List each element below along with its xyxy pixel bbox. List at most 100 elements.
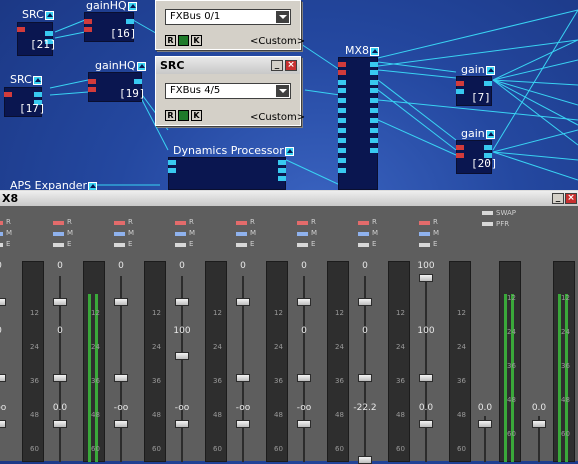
pan-fader-knob[interactable] <box>419 274 433 282</box>
routing-m-button[interactable] <box>419 232 430 236</box>
k-button[interactable]: K <box>191 110 202 121</box>
routing-e-button[interactable] <box>358 243 369 247</box>
volume-fader-knob[interactable] <box>175 352 189 360</box>
volume-fader-knob[interactable] <box>297 374 311 382</box>
routing-m-label: M <box>189 229 196 237</box>
dynamics-processor-title: Dynamics Processor <box>171 145 296 157</box>
meter-tick-label: 48 <box>274 411 283 419</box>
trim-fader-knob[interactable] <box>175 420 189 428</box>
pfr-button[interactable] <box>482 222 493 226</box>
master-fader-knob[interactable] <box>532 420 546 428</box>
master-fader-knob[interactable] <box>478 420 492 428</box>
gain-node-1-title: gain <box>459 64 497 76</box>
volume-fader-knob[interactable] <box>114 374 128 382</box>
r-button[interactable]: R <box>165 110 176 121</box>
routing-m-button[interactable] <box>53 232 64 236</box>
routing-r-button[interactable] <box>236 221 247 225</box>
meter-tick-label: 60 <box>274 445 283 453</box>
routing-r-button[interactable] <box>0 221 3 225</box>
trim-fader-knob[interactable] <box>114 420 128 428</box>
routing-e-button[interactable] <box>175 243 186 247</box>
routing-e-button[interactable] <box>419 243 430 247</box>
mixer-titlebar[interactable]: X8 _ × <box>0 191 578 206</box>
trim-fader-knob[interactable] <box>419 420 433 428</box>
close-button[interactable]: × <box>285 60 297 71</box>
pan-fader-knob[interactable] <box>175 298 189 306</box>
expand-up-icon[interactable] <box>127 1 137 11</box>
level-value: 0.0 <box>52 403 68 413</box>
expand-up-icon[interactable] <box>370 46 380 56</box>
expand-up-icon[interactable] <box>32 75 42 85</box>
routing-e-button[interactable] <box>236 243 247 247</box>
pan-fader-knob[interactable] <box>358 298 372 306</box>
trim-fader-knob[interactable] <box>53 420 67 428</box>
expand-up-icon[interactable] <box>284 146 294 156</box>
pan-fader-knob[interactable] <box>53 298 67 306</box>
src-node-1[interactable]: [21] <box>17 22 57 56</box>
routing-m-button[interactable] <box>236 232 247 236</box>
volume-fader-knob[interactable] <box>53 374 67 382</box>
dynamics-processor-node[interactable] <box>168 157 286 190</box>
level-meter: 12 24 36 48 60 <box>388 261 410 462</box>
fxbus-select-1[interactable]: FXBus 0/1 <box>165 9 291 25</box>
volume-fader-knob[interactable] <box>358 374 372 382</box>
pan-fader-knob[interactable] <box>0 298 6 306</box>
pan-fader-knob[interactable] <box>297 298 311 306</box>
src-popup-titlebar[interactable]: SRC _ × <box>156 57 300 74</box>
routing-m-button[interactable] <box>175 232 186 236</box>
routing-m-button[interactable] <box>358 232 369 236</box>
trim-fader-knob[interactable] <box>358 456 372 464</box>
mx8-node[interactable] <box>338 57 378 190</box>
expand-up-icon[interactable] <box>44 10 54 20</box>
gainhq-node-2[interactable]: [19] <box>88 72 146 102</box>
level-value: -oo <box>296 403 312 413</box>
expand-up-icon[interactable] <box>485 129 495 139</box>
routing-r-button[interactable] <box>297 221 308 225</box>
routing-r-button[interactable] <box>419 221 430 225</box>
meter-tick-label: 24 <box>396 343 405 351</box>
gain-node-1[interactable]: [7] <box>456 76 492 106</box>
routing-r-label: R <box>250 218 255 226</box>
level-meter: 12 24 36 48 60 <box>449 261 471 462</box>
pan-fader-knob[interactable] <box>236 298 250 306</box>
close-button[interactable]: × <box>565 193 577 204</box>
volume-fader-knob[interactable] <box>236 374 250 382</box>
minimize-button[interactable]: _ <box>552 193 564 204</box>
routing-r-button[interactable] <box>114 221 125 225</box>
gain-node-2[interactable]: [20] <box>456 140 498 174</box>
routing-r-button[interactable] <box>175 221 186 225</box>
routing-m-button[interactable] <box>0 232 3 236</box>
fxbus-select-2[interactable]: FXBus 4/5 <box>165 83 291 99</box>
trim-fader-knob[interactable] <box>297 420 311 428</box>
routing-e-button[interactable] <box>53 243 64 247</box>
meter-tick-label: 60 <box>335 445 344 453</box>
routing-m-button[interactable] <box>297 232 308 236</box>
swap-button[interactable] <box>482 211 493 215</box>
meter-tick-label: 12 <box>507 294 516 302</box>
expand-up-icon[interactable] <box>136 61 146 71</box>
green-toggle-button[interactable] <box>178 35 189 46</box>
expand-up-icon[interactable] <box>485 65 495 75</box>
meter-tick-label: 48 <box>152 411 161 419</box>
trim-fader-knob[interactable] <box>236 420 250 428</box>
pan-fader-knob[interactable] <box>114 298 128 306</box>
volume-fader-knob[interactable] <box>419 374 433 382</box>
meter-tick-label: 24 <box>213 343 222 351</box>
routing-e-button[interactable] <box>114 243 125 247</box>
trim-fader-knob[interactable] <box>0 420 6 428</box>
gainhq-node-1-value: [16] <box>110 27 137 40</box>
routing-e-button[interactable] <box>297 243 308 247</box>
gainhq-node-1[interactable]: [16] <box>84 12 137 42</box>
green-toggle-button[interactable] <box>178 110 189 121</box>
patch-canvas[interactable]: [21] SRC [16] gainHQ [17] SRC [19] gainH… <box>0 0 578 192</box>
k-button[interactable]: K <box>191 35 202 46</box>
src-node-2[interactable]: [17] <box>4 87 46 117</box>
routing-e-button[interactable] <box>0 243 3 247</box>
volume-fader-knob[interactable] <box>0 374 6 382</box>
r-button[interactable]: R <box>165 35 176 46</box>
routing-r-button[interactable] <box>53 221 64 225</box>
routing-m-button[interactable] <box>114 232 125 236</box>
routing-r-button[interactable] <box>358 221 369 225</box>
routing-e-label: E <box>67 240 72 248</box>
minimize-button[interactable]: _ <box>271 60 283 71</box>
